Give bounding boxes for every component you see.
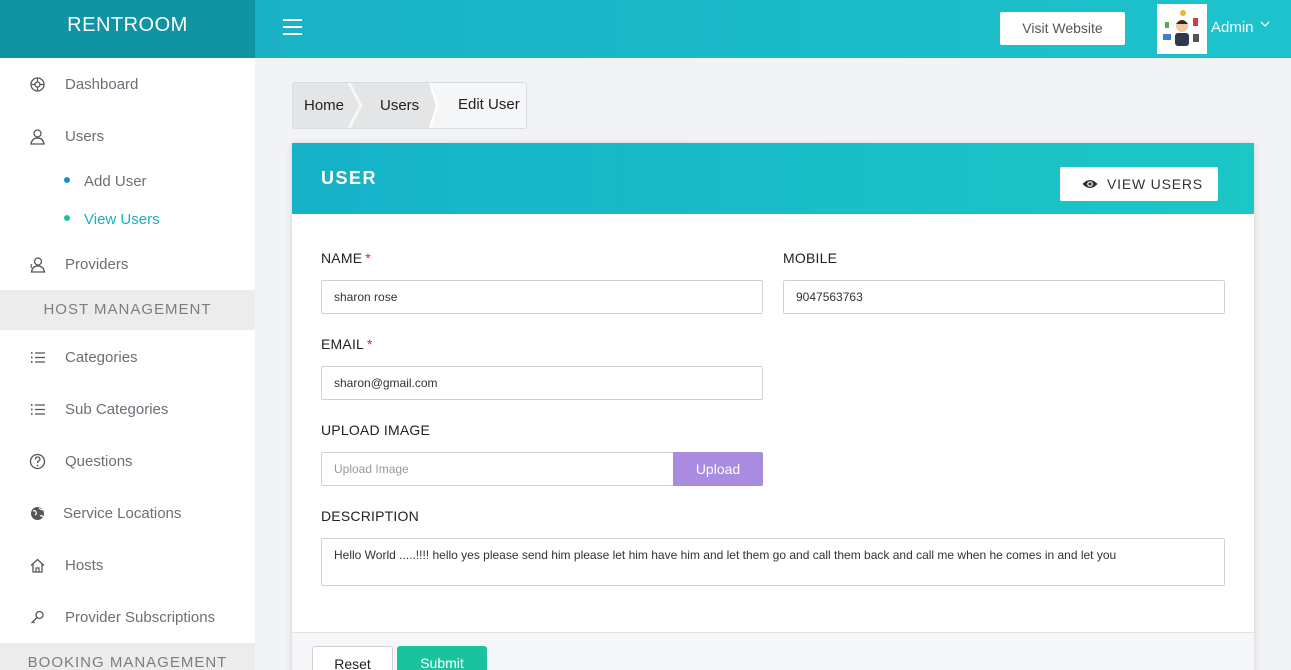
eye-icon (1082, 180, 1098, 188)
view-users-label: VIEW USERS (1107, 176, 1203, 192)
sidebar-subitem-view-users[interactable]: View Users (0, 205, 255, 233)
name-input[interactable] (321, 280, 763, 314)
sidebar-item-label: Service Locations (63, 505, 182, 522)
card-header: USER VIEW USERS (292, 143, 1254, 214)
sidebar-item-label: Provider Subscriptions (65, 609, 216, 626)
breadcrumb-home[interactable]: Home (304, 83, 344, 128)
sidebar-item-label: Categories (65, 349, 138, 366)
sidebar-item-providers[interactable]: Providers (0, 244, 255, 284)
upload-image-input[interactable] (321, 452, 674, 486)
sidebar-item-questions[interactable]: Questions (0, 441, 255, 481)
required-mark: * (365, 250, 371, 266)
home-icon (30, 558, 45, 573)
list-icon (31, 352, 45, 363)
description-textarea[interactable]: Hello World .....!!!! hello yes please s… (321, 538, 1225, 586)
top-navbar: Visit Website Admin (255, 0, 1291, 58)
sidebar-item-dashboard[interactable]: Dashboard (0, 64, 255, 104)
mobile-input[interactable] (783, 280, 1225, 314)
sidebar-item-categories[interactable]: Categories (0, 337, 255, 377)
sidebar: Dashboard Users Add User View Users Prov… (0, 58, 255, 670)
view-users-button[interactable]: VIEW USERS (1060, 167, 1218, 201)
submit-button[interactable]: Submit (397, 646, 487, 670)
sidebar-item-label: Providers (65, 256, 129, 273)
user-form-card: USER VIEW USERS NAME* MOBILE EMAIL* UPLO… (292, 143, 1254, 670)
provider-icon (30, 257, 46, 273)
card-title: USER (321, 168, 378, 188)
card-footer: Reset Submit (292, 632, 1254, 670)
bullet-icon (64, 215, 70, 221)
sidebar-item-sub-categories[interactable]: Sub Categories (0, 389, 255, 429)
breadcrumb-separator (423, 83, 439, 128)
sidebar-item-users[interactable]: Users (0, 116, 255, 156)
section-header-booking-management: BOOKING MANAGEMENT (0, 643, 255, 670)
sidebar-item-hosts[interactable]: Hosts (0, 545, 255, 585)
key-icon (31, 610, 44, 624)
section-header-host-management: HOST MANAGEMENT (0, 290, 255, 330)
breadcrumb: Home Users Edit User (292, 82, 527, 129)
sidebar-item-label: Sub Categories (65, 401, 169, 418)
email-label: EMAIL * (321, 336, 373, 352)
sidebar-item-service-locations[interactable]: Service Locations (0, 493, 255, 533)
avatar[interactable] (1157, 4, 1207, 54)
required-mark: * (367, 336, 373, 352)
chevron-down-icon[interactable] (1260, 19, 1270, 29)
bullet-icon (64, 177, 70, 183)
breadcrumb-separator (347, 83, 363, 128)
question-icon (29, 453, 46, 470)
sidebar-subitem-label: View Users (84, 211, 160, 228)
sidebar-subitem-add-user[interactable]: Add User (0, 167, 255, 195)
globe-icon (31, 507, 44, 520)
breadcrumb-users[interactable]: Users (380, 83, 419, 128)
mobile-label: MOBILE (783, 250, 838, 266)
sidebar-item-label: Dashboard (65, 76, 139, 93)
upload-image-label: UPLOAD IMAGE (321, 422, 430, 438)
user-icon (30, 129, 45, 145)
sidebar-item-label: Users (65, 128, 105, 145)
sidebar-subitem-label: Add User (84, 173, 147, 190)
dashboard-icon (30, 77, 45, 92)
description-label: DESCRIPTION (321, 508, 419, 524)
email-input[interactable] (321, 366, 763, 400)
breadcrumb-edit-user: Edit User (458, 96, 520, 113)
menu-icon[interactable] (283, 19, 302, 35)
list-icon (31, 404, 45, 415)
sidebar-item-label: Questions (65, 453, 133, 470)
brand-logo[interactable]: RENTROOM (0, 0, 255, 58)
visit-website-button[interactable]: Visit Website (1000, 12, 1125, 45)
sidebar-item-label: Hosts (65, 557, 104, 574)
upload-button[interactable]: Upload (673, 452, 763, 486)
admin-menu-label[interactable]: Admin (1211, 19, 1254, 36)
sidebar-item-provider-subscriptions[interactable]: Provider Subscriptions (0, 597, 255, 637)
name-label: NAME * (321, 250, 371, 266)
reset-button[interactable]: Reset (312, 646, 393, 670)
